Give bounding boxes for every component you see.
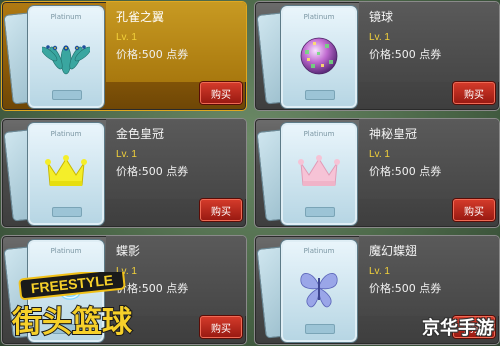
watermark-text: 京华手游 xyxy=(422,318,494,339)
item-level: Lv. 1 xyxy=(116,32,137,43)
ticket-label: Platinum xyxy=(303,13,335,21)
buy-button[interactable]: 购买 xyxy=(200,316,242,338)
freestyle-logo: FREESTYLE 街头篮球 xyxy=(10,272,134,341)
item-level: Lv. 1 xyxy=(369,266,390,277)
gold-crown-icon xyxy=(45,155,87,186)
item-price: 价格:500 点券 xyxy=(116,48,189,61)
buy-button[interactable]: 购买 xyxy=(453,199,495,221)
item-ticket: Platinum xyxy=(281,240,357,342)
item-level: Lv. 1 xyxy=(369,149,390,160)
item-name: 魔幻蝶翅 xyxy=(369,244,418,258)
ticket-label: Platinum xyxy=(50,13,82,21)
item-ticket: Platinum xyxy=(28,6,104,108)
logo-line2: 街头篮球 xyxy=(11,305,133,340)
mirror-ball-icon xyxy=(300,37,338,75)
item-price: 价格:500 点券 xyxy=(369,48,442,61)
buy-button[interactable]: 购买 xyxy=(200,82,242,104)
item-name: 金色皇冠 xyxy=(116,127,165,141)
ticket-tag xyxy=(305,324,335,334)
item-name: 孔雀之翼 xyxy=(116,10,165,24)
shop-item-card[interactable]: Platinum 孔雀之翼 Lv. 1 价格:500 点券 购买 xyxy=(1,1,247,111)
item-name: 蝶影 xyxy=(116,244,141,258)
peacock-wing-icon xyxy=(42,45,90,75)
ticket-tag xyxy=(305,90,335,100)
item-price: 价格:500 点券 xyxy=(369,165,442,178)
ticket-label: Platinum xyxy=(50,247,82,255)
shop-item-card[interactable]: Platinum 金色皇冠 Lv. 1 价格:500 点券 购买 xyxy=(1,118,247,228)
buy-button[interactable]: 购买 xyxy=(453,82,495,104)
ticket-label: Platinum xyxy=(303,247,335,255)
item-ticket: Platinum xyxy=(28,123,104,225)
ticket-tag xyxy=(52,207,82,217)
ticket-tag xyxy=(52,90,82,100)
pink-crown-icon xyxy=(298,155,340,186)
item-level: Lv. 1 xyxy=(369,32,390,43)
shop-item-card[interactable]: Platinum 神秘皇冠 Lv. 1 价格:500 点券 购买 xyxy=(254,118,500,228)
ticket-tag xyxy=(305,207,335,217)
ticket-label: Platinum xyxy=(303,130,335,138)
item-price: 价格:500 点券 xyxy=(116,165,189,178)
shop-item-card[interactable]: Platinum 镜球 Lv. 1 价格:500 点券 购买 xyxy=(254,1,500,111)
item-level: Lv. 1 xyxy=(116,149,137,160)
item-price: 价格:500 点券 xyxy=(369,282,442,295)
item-ticket: Platinum xyxy=(281,123,357,225)
butterfly-wing-icon xyxy=(300,273,338,308)
item-name: 镜球 xyxy=(369,10,394,24)
buy-button[interactable]: 购买 xyxy=(200,199,242,221)
ticket-label: Platinum xyxy=(50,130,82,138)
item-ticket: Platinum xyxy=(281,6,357,108)
item-name: 神秘皇冠 xyxy=(369,127,418,141)
